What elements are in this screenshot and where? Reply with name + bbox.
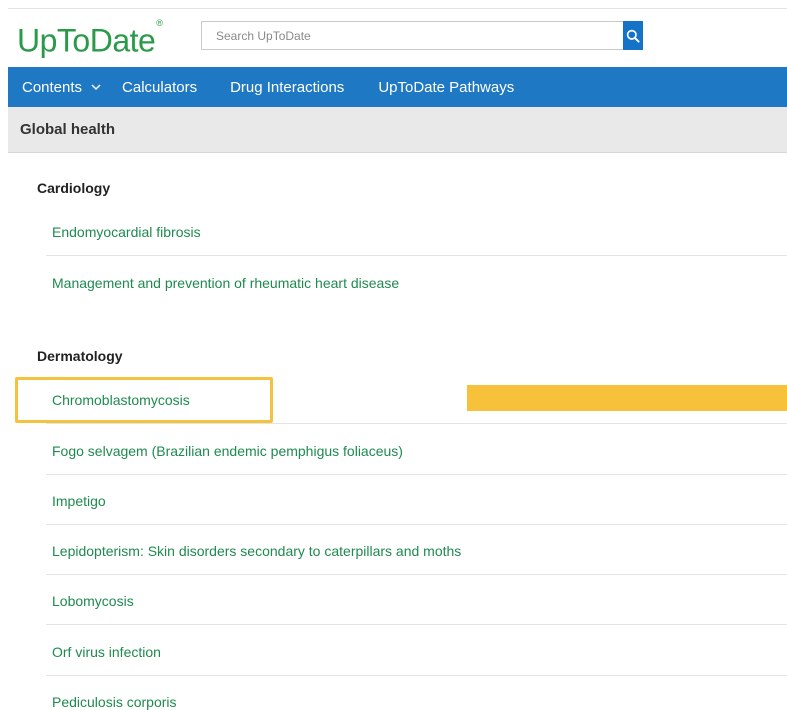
logo-text: UpToDate (17, 22, 156, 59)
search-icon (626, 29, 640, 43)
topic-link[interactable]: Orf virus infection (52, 644, 161, 660)
chevron-down-icon (91, 83, 101, 90)
search-bar (201, 21, 643, 50)
nav-uptodate-pathways[interactable]: UpToDate Pathways (378, 67, 514, 107)
nav-calculators-label: Calculators (122, 78, 198, 96)
nav-contents[interactable]: Contents (22, 67, 101, 107)
topic-link[interactable]: Endomyocardial fibrosis (52, 224, 201, 240)
registered-mark: ® (156, 18, 163, 28)
divider (46, 474, 787, 475)
nav-calculators[interactable]: Calculators (122, 67, 197, 107)
header: UpToDate® (0, 9, 787, 67)
topic-link[interactable]: Lobomycosis (52, 593, 134, 609)
topic-link[interactable]: Lepidopterism: Skin disorders secondary … (52, 543, 461, 559)
divider (46, 423, 787, 424)
divider (46, 624, 787, 625)
topic-link[interactable]: Fogo selvagem (Brazilian endemic pemphig… (52, 443, 403, 459)
nav-uptodate-pathways-label: UpToDate Pathways (378, 78, 515, 96)
search-button[interactable] (623, 21, 643, 50)
divider (46, 675, 787, 676)
page-title-bar: Global health (8, 107, 787, 153)
topic-link[interactable]: Pediculosis corporis (52, 694, 177, 710)
search-input[interactable] (201, 21, 623, 50)
divider (46, 574, 787, 575)
topic-link[interactable]: Impetigo (52, 493, 106, 509)
page-title: Global health (20, 121, 116, 138)
highlight-annotation-bar (467, 385, 787, 411)
nav-contents-label: Contents (22, 78, 83, 96)
section-title-dermatology: Dermatology (37, 348, 123, 364)
nav-drug-interactions[interactable]: Drug Interactions (230, 67, 344, 107)
section-title-cardiology: Cardiology (37, 180, 111, 196)
nav-drug-interactions-label: Drug Interactions (230, 78, 345, 96)
topic-link[interactable]: Management and prevention of rheumatic h… (52, 275, 399, 291)
topic-link[interactable]: Chromoblastomycosis (52, 392, 190, 408)
divider (46, 524, 787, 525)
uptodate-logo[interactable]: UpToDate® (17, 18, 163, 59)
divider (46, 255, 787, 256)
main-nav: Contents Calculators Drug Interactions U… (8, 67, 787, 107)
